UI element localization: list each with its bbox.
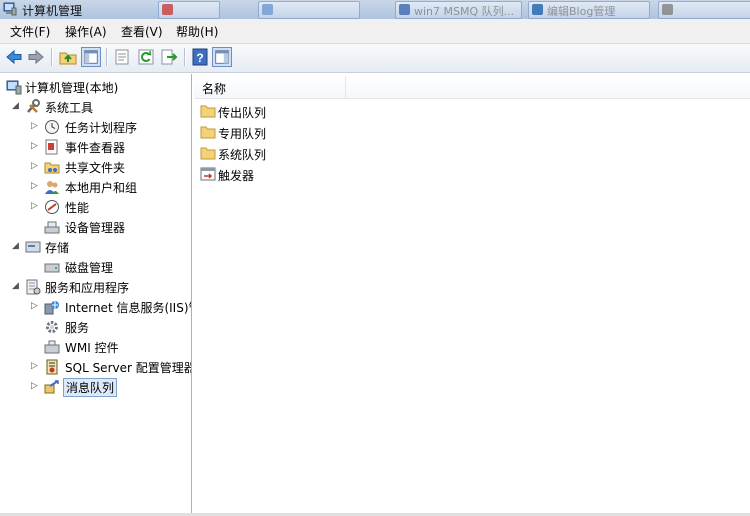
list-item[interactable]: 传出队列: [194, 101, 494, 122]
list-item[interactable]: 触发器: [194, 164, 494, 185]
svg-text:?: ?: [196, 51, 203, 65]
collapsed-arrow-icon[interactable]: ▷: [30, 202, 39, 211]
tree-label: 事件查看器: [65, 141, 126, 155]
collapsed-arrow-icon[interactable]: ▷: [30, 162, 39, 171]
background-taskbar-button: [658, 1, 750, 19]
tree-item-sql-server[interactable]: ▷ SQL Server 配置管理器: [0, 357, 191, 377]
menu-action[interactable]: 操作(A): [65, 23, 107, 40]
tree-item-wmi[interactable]: WMI 控件: [0, 337, 191, 357]
tree-label: 任务计划程序: [65, 121, 138, 135]
menu-view[interactable]: 查看(V): [121, 23, 163, 40]
expanded-arrow-icon[interactable]: ◢: [11, 282, 20, 291]
collapsed-arrow-icon[interactable]: ▷: [30, 302, 39, 311]
collapsed-arrow-icon[interactable]: ▷: [30, 122, 39, 131]
tree-item-performance[interactable]: ▷ 性能: [0, 197, 191, 217]
triggers-icon: [200, 167, 216, 181]
tree-label: 共享文件夹: [65, 161, 126, 175]
tools-icon: [27, 99, 40, 113]
folder-icon: [200, 126, 216, 139]
users-icon: [45, 181, 59, 194]
tree-item-services[interactable]: 服务: [0, 317, 191, 337]
sql-server-icon: [46, 359, 58, 375]
forward-arrow-icon[interactable]: [26, 47, 46, 67]
tree-label: 磁盘管理: [65, 261, 114, 275]
tree-item-storage[interactable]: ◢ 存储: [0, 237, 191, 257]
tree-item-root[interactable]: 计算机管理(本地): [0, 77, 191, 97]
tree-label: 服务: [65, 321, 90, 335]
up-folder-icon[interactable]: [58, 47, 78, 67]
expanded-arrow-icon[interactable]: ◢: [11, 242, 20, 251]
title-bar: 计算机管理 win7 MSMQ 队列... 编辑Blog管理: [0, 0, 750, 19]
tree-label: Internet 信息服务(IIS)管: [65, 301, 192, 315]
column-header: 名称: [194, 76, 750, 99]
gear-icon: [46, 321, 58, 333]
tree-item-services-apps[interactable]: ◢ 服务和应用程序: [0, 277, 191, 297]
console-tree: 计算机管理(本地) ◢ 系统工具 ▷ 任务计划程序 ▷ 事件查看器 ▷ 共享文件…: [0, 74, 192, 516]
wmi-icon: [44, 340, 60, 354]
storage-icon: [25, 241, 41, 253]
console-tree-icon[interactable]: [81, 47, 101, 67]
collapsed-arrow-icon[interactable]: ▷: [30, 142, 39, 151]
tree-item-message-queuing[interactable]: ▷ 消息队列: [0, 377, 191, 397]
tree-item-local-users[interactable]: ▷ 本地用户和组: [0, 177, 191, 197]
tree-label: 存储: [45, 241, 70, 255]
menu-file[interactable]: 文件(F): [10, 23, 50, 40]
tree-item-task-scheduler[interactable]: ▷ 任务计划程序: [0, 117, 191, 137]
tree-label: 计算机管理(本地): [25, 81, 119, 95]
tree-item-disk-management[interactable]: 磁盘管理: [0, 257, 191, 277]
tree-item-shared-folders[interactable]: ▷ 共享文件夹: [0, 157, 191, 177]
disk-icon: [44, 263, 60, 273]
list-item[interactable]: 专用队列: [194, 122, 494, 143]
tree-label: 系统工具: [45, 101, 94, 115]
computer-management-icon: [3, 2, 17, 16]
column-name-header[interactable]: 名称: [194, 76, 346, 98]
menu-bar: 文件(F) 操作(A) 查看(V) 帮助(H): [0, 19, 750, 44]
collapsed-arrow-icon[interactable]: ▷: [30, 362, 39, 371]
expanded-arrow-icon[interactable]: ◢: [11, 102, 20, 111]
back-arrow-icon[interactable]: [4, 47, 24, 67]
services-apps-icon: [26, 279, 41, 295]
message-queuing-icon: [44, 380, 59, 394]
computer-management-icon: [6, 80, 22, 95]
list-item[interactable]: 系统队列: [194, 143, 494, 164]
tree-label: 服务和应用程序: [45, 281, 130, 295]
collapsed-arrow-icon[interactable]: ▷: [30, 382, 39, 391]
tree-label: 本地用户和组: [65, 181, 138, 195]
tree-label: 设备管理器: [65, 221, 126, 235]
tree-item-iis[interactable]: ▷ Internet 信息服务(IIS)管: [0, 297, 191, 317]
refresh-icon[interactable]: [136, 47, 156, 67]
device-manager-icon: [44, 221, 60, 234]
tree-item-system-tools[interactable]: ◢ 系统工具: [0, 97, 191, 117]
window-title: 计算机管理: [22, 4, 83, 18]
tree-item-event-viewer[interactable]: ▷ 事件查看器: [0, 137, 191, 157]
menu-help[interactable]: 帮助(H): [176, 23, 218, 40]
background-taskbar-button: 编辑Blog管理: [528, 1, 650, 19]
action-pane-icon[interactable]: [212, 47, 232, 67]
tree-label: 性能: [65, 201, 90, 215]
performance-icon: [45, 200, 59, 214]
toolbar: ?: [0, 44, 750, 73]
clock-icon: [45, 120, 59, 134]
collapsed-arrow-icon[interactable]: ▷: [30, 182, 39, 191]
export-list-icon[interactable]: [159, 47, 179, 67]
background-taskbar-button: win7 MSMQ 队列...: [395, 1, 522, 19]
tree-label: WMI 控件: [65, 341, 119, 355]
help-icon[interactable]: ?: [190, 47, 210, 67]
folder-icon: [200, 105, 216, 118]
tree-item-device-manager[interactable]: 设备管理器: [0, 217, 191, 237]
shared-folder-icon: [44, 162, 60, 174]
tree-label: 消息队列: [63, 378, 118, 397]
properties-icon[interactable]: [112, 47, 132, 67]
background-taskbar-button: [258, 1, 360, 19]
iis-icon: [44, 301, 59, 315]
results-list: 名称 传出队列 专用队列 系统队列 触发器: [194, 74, 750, 516]
background-taskbar-button: [158, 1, 220, 19]
folder-icon: [200, 147, 216, 160]
event-viewer-icon: [45, 139, 58, 155]
tree-label: SQL Server 配置管理器: [65, 361, 192, 375]
